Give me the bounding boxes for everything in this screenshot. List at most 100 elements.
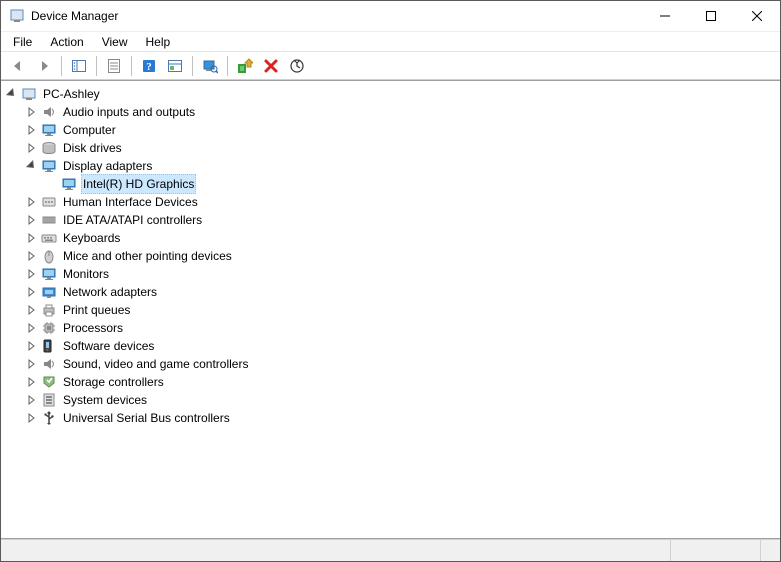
system-icon xyxy=(41,392,57,408)
expand-toggle-icon[interactable] xyxy=(25,339,39,353)
monitor-icon xyxy=(61,176,77,192)
tree-category[interactable]: Mice and other pointing devices xyxy=(3,247,778,265)
expand-toggle-icon[interactable] xyxy=(25,105,39,119)
mouse-icon xyxy=(41,248,57,264)
titlebar: Device Manager xyxy=(1,1,780,32)
expand-toggle-icon[interactable] xyxy=(25,141,39,155)
device-tree[interactable]: PC-AshleyAudio inputs and outputsCompute… xyxy=(1,80,780,539)
expand-toggle-icon[interactable] xyxy=(25,195,39,209)
console-tree-button[interactable] xyxy=(67,54,91,78)
tree-category[interactable]: Network adapters xyxy=(3,283,778,301)
expand-toggle-icon[interactable] xyxy=(25,375,39,389)
monitor-icon xyxy=(41,266,57,282)
expand-toggle-icon[interactable] xyxy=(25,159,39,173)
toolbar-separator xyxy=(131,56,132,76)
toolbar-separator xyxy=(227,56,228,76)
tree-category[interactable]: Software devices xyxy=(3,337,778,355)
expand-toggle-icon[interactable] xyxy=(25,393,39,407)
tree-category-label: Universal Serial Bus controllers xyxy=(61,408,232,428)
computer-icon xyxy=(21,86,37,102)
tree-category[interactable]: IDE ATA/ATAPI controllers xyxy=(3,211,778,229)
software-icon xyxy=(41,338,57,354)
tree-category[interactable]: Keyboards xyxy=(3,229,778,247)
expand-toggle-icon[interactable] xyxy=(25,213,39,227)
resize-grip[interactable] xyxy=(760,540,780,561)
menu-action[interactable]: Action xyxy=(42,33,91,51)
properties-button[interactable] xyxy=(102,54,126,78)
tree-category-label: Monitors xyxy=(61,264,111,284)
expand-toggle-icon[interactable] xyxy=(25,285,39,299)
tree-category[interactable]: Universal Serial Bus controllers xyxy=(3,409,778,427)
monitor-icon xyxy=(41,158,57,174)
keyboard-icon xyxy=(41,230,57,246)
disk-icon xyxy=(41,140,57,156)
menu-view[interactable]: View xyxy=(94,33,136,51)
network-icon xyxy=(41,284,57,300)
tree-category[interactable]: Display adapters xyxy=(3,157,778,175)
toolbar: ? xyxy=(1,52,780,80)
expand-toggle-icon[interactable] xyxy=(25,321,39,335)
expand-toggle-icon[interactable] xyxy=(25,357,39,371)
window-title: Device Manager xyxy=(31,9,642,23)
app-icon xyxy=(9,8,25,24)
scan-button[interactable] xyxy=(198,54,222,78)
help-button[interactable]: ? xyxy=(137,54,161,78)
tree-category-label: Disk drives xyxy=(61,138,124,158)
expand-toggle-icon[interactable] xyxy=(25,267,39,281)
minimize-button[interactable] xyxy=(642,1,688,32)
tree-root[interactable]: PC-Ashley xyxy=(3,85,778,103)
show-hidden-button[interactable] xyxy=(163,54,187,78)
expand-toggle-icon[interactable] xyxy=(25,411,39,425)
tree-category[interactable]: System devices xyxy=(3,391,778,409)
tree-category[interactable]: Sound, video and game controllers xyxy=(3,355,778,373)
tree-category-label: Storage controllers xyxy=(61,372,166,392)
expand-toggle-icon[interactable] xyxy=(25,249,39,263)
tree-category-label: Sound, video and game controllers xyxy=(61,354,250,374)
tree-category[interactable]: Disk drives xyxy=(3,139,778,157)
disable-button[interactable] xyxy=(285,54,309,78)
menu-help[interactable]: Help xyxy=(138,33,179,51)
tree-category-label: Keyboards xyxy=(61,228,122,248)
expand-toggle-icon[interactable] xyxy=(25,231,39,245)
tree-category-label: Audio inputs and outputs xyxy=(61,102,197,122)
back-button[interactable] xyxy=(6,54,30,78)
close-button[interactable] xyxy=(734,1,780,32)
ide-icon xyxy=(41,212,57,228)
usb-icon xyxy=(41,410,57,426)
tree-category-label: Display adapters xyxy=(61,156,154,176)
expand-toggle-icon[interactable] xyxy=(25,303,39,317)
tree-root-label: PC-Ashley xyxy=(41,84,102,104)
tree-category[interactable]: Monitors xyxy=(3,265,778,283)
toolbar-separator xyxy=(61,56,62,76)
monitor-icon xyxy=(41,122,57,138)
tree-category-label: Print queues xyxy=(61,300,132,320)
svg-text:?: ? xyxy=(146,61,152,73)
tree-category-label: Human Interface Devices xyxy=(61,192,200,212)
tree-category-label: Processors xyxy=(61,318,125,338)
tree-category[interactable]: Computer xyxy=(3,121,778,139)
uninstall-button[interactable] xyxy=(259,54,283,78)
tree-category-label: System devices xyxy=(61,390,149,410)
menu-file[interactable]: File xyxy=(5,33,40,51)
maximize-button[interactable] xyxy=(688,1,734,32)
tree-category[interactable]: Storage controllers xyxy=(3,373,778,391)
forward-button[interactable] xyxy=(32,54,56,78)
tree-device[interactable]: Intel(R) HD Graphics xyxy=(3,175,778,193)
tree-category[interactable]: Audio inputs and outputs xyxy=(3,103,778,121)
statusbar xyxy=(1,539,780,561)
tree-category-label: Software devices xyxy=(61,336,156,356)
tree-category[interactable]: Human Interface Devices xyxy=(3,193,778,211)
hid-icon xyxy=(41,194,57,210)
menubar: File Action View Help xyxy=(1,32,780,52)
expand-toggle-icon[interactable] xyxy=(25,123,39,137)
status-cell xyxy=(1,540,670,561)
tree-category[interactable]: Print queues xyxy=(3,301,778,319)
expand-toggle-icon[interactable] xyxy=(5,87,19,101)
tree-category-label: Computer xyxy=(61,120,118,140)
tree-device-label: Intel(R) HD Graphics xyxy=(81,174,196,194)
update-driver-button[interactable] xyxy=(233,54,257,78)
tree-category[interactable]: Processors xyxy=(3,319,778,337)
toolbar-separator xyxy=(192,56,193,76)
toolbar-separator xyxy=(96,56,97,76)
tree-category-label: Network adapters xyxy=(61,282,159,302)
